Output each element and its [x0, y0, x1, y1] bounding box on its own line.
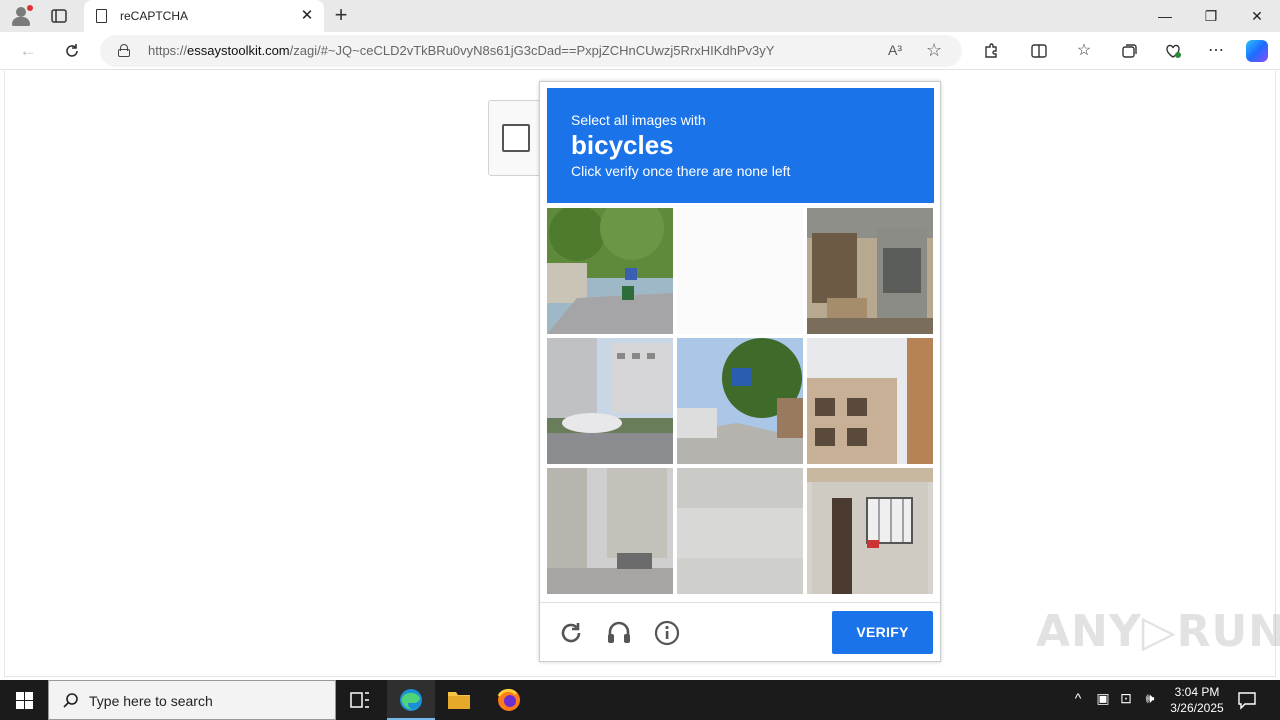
- address-bar[interactable]: https://essaystoolkit.com/zagi/#~JQ~ceCL…: [100, 35, 962, 67]
- edge-taskbar-icon[interactable]: [387, 680, 435, 720]
- taskbar-search[interactable]: Type here to search: [48, 680, 336, 720]
- profile-avatar-icon[interactable]: [10, 5, 33, 27]
- captcha-tile-1[interactable]: [547, 208, 673, 334]
- task-view-icon[interactable]: [336, 680, 384, 720]
- extensions-icon[interactable]: [980, 40, 1002, 62]
- network-icon[interactable]: ⊡: [1116, 690, 1136, 707]
- collections-icon[interactable]: [1118, 40, 1140, 62]
- volume-icon[interactable]: 🕪: [1140, 690, 1160, 707]
- address-toolbar: ← https://essaystoolkit.com/zagi/#~JQ~ce…: [0, 32, 1280, 70]
- clock-time: 3:04 PM: [1174, 685, 1220, 699]
- browser-essentials-icon[interactable]: [1162, 40, 1184, 62]
- start-button[interactable]: [0, 680, 48, 720]
- captcha-tile-7[interactable]: [547, 468, 673, 594]
- file-explorer-icon[interactable]: [435, 680, 483, 720]
- copilot-icon[interactable]: [1246, 40, 1268, 62]
- page-icon: [96, 9, 107, 23]
- audio-challenge-icon[interactable]: [605, 619, 633, 647]
- clock-date: 3/26/2025: [1170, 701, 1224, 715]
- instruction-hint: Click verify once there are none left: [571, 163, 791, 179]
- instruction-line: Select all images with: [571, 112, 706, 128]
- refresh-icon[interactable]: [61, 40, 83, 62]
- captcha-tile-3[interactable]: [807, 208, 933, 334]
- favorites-icon[interactable]: ☆: [1073, 40, 1095, 62]
- new-tab-button[interactable]: +: [330, 4, 352, 26]
- reload-challenge-icon[interactable]: [557, 619, 585, 647]
- captcha-tile-8[interactable]: [677, 468, 803, 594]
- search-placeholder: Type here to search: [89, 693, 213, 709]
- anyrun-watermark: ANY▷RUN: [1036, 606, 1280, 657]
- tab-recaptcha[interactable]: reCAPTCHA ✕: [84, 0, 324, 32]
- back-arrow-icon[interactable]: ←: [17, 40, 39, 62]
- restore-button[interactable]: ❐: [1188, 0, 1234, 32]
- tab-close-icon[interactable]: ✕: [298, 7, 316, 25]
- footer-divider: [540, 602, 940, 603]
- verify-button[interactable]: VERIFY: [832, 611, 933, 654]
- url-text[interactable]: https://essaystoolkit.com/zagi/#~JQ~ceCL…: [148, 43, 774, 58]
- captcha-tile-2[interactable]: [677, 208, 803, 334]
- captcha-tile-4[interactable]: [547, 338, 673, 464]
- recaptcha-checkbox[interactable]: [502, 124, 530, 152]
- minimize-button[interactable]: —: [1142, 0, 1188, 32]
- firefox-icon[interactable]: [485, 680, 533, 720]
- info-icon[interactable]: [653, 619, 681, 647]
- read-aloud-icon[interactable]: A³: [888, 42, 902, 58]
- captcha-tile-5[interactable]: [677, 338, 803, 464]
- favorite-star-icon[interactable]: ☆: [926, 40, 942, 61]
- captcha-tile-9[interactable]: [807, 468, 933, 594]
- search-icon: [62, 692, 80, 710]
- lock-icon[interactable]: [118, 44, 130, 57]
- more-menu-icon[interactable]: ⋯: [1205, 40, 1227, 62]
- tab-title: reCAPTCHA: [120, 9, 189, 23]
- tab-strip: reCAPTCHA ✕ + — ❐ ✕: [0, 0, 1280, 32]
- captcha-challenge: Select all images with bicycles Click ve…: [539, 81, 941, 662]
- taskbar-clock[interactable]: 3:04 PM 3/26/2025: [1160, 684, 1234, 716]
- close-window-button[interactable]: ✕: [1234, 0, 1280, 32]
- meet-now-icon[interactable]: ▣: [1093, 690, 1113, 707]
- tab-actions-icon[interactable]: [50, 7, 68, 25]
- tray-overflow-icon[interactable]: ^: [1068, 690, 1088, 706]
- taskbar: Type here to search ^ ▣ ⊡ 🕪 3:04 PM 3/26…: [0, 680, 1280, 720]
- notifications-icon[interactable]: [1236, 689, 1258, 711]
- target-object: bicycles: [571, 130, 674, 160]
- split-screen-icon[interactable]: [1028, 40, 1050, 62]
- captcha-instructions: Select all images with bicycles Click ve…: [547, 88, 934, 203]
- captcha-tile-6[interactable]: [807, 338, 933, 464]
